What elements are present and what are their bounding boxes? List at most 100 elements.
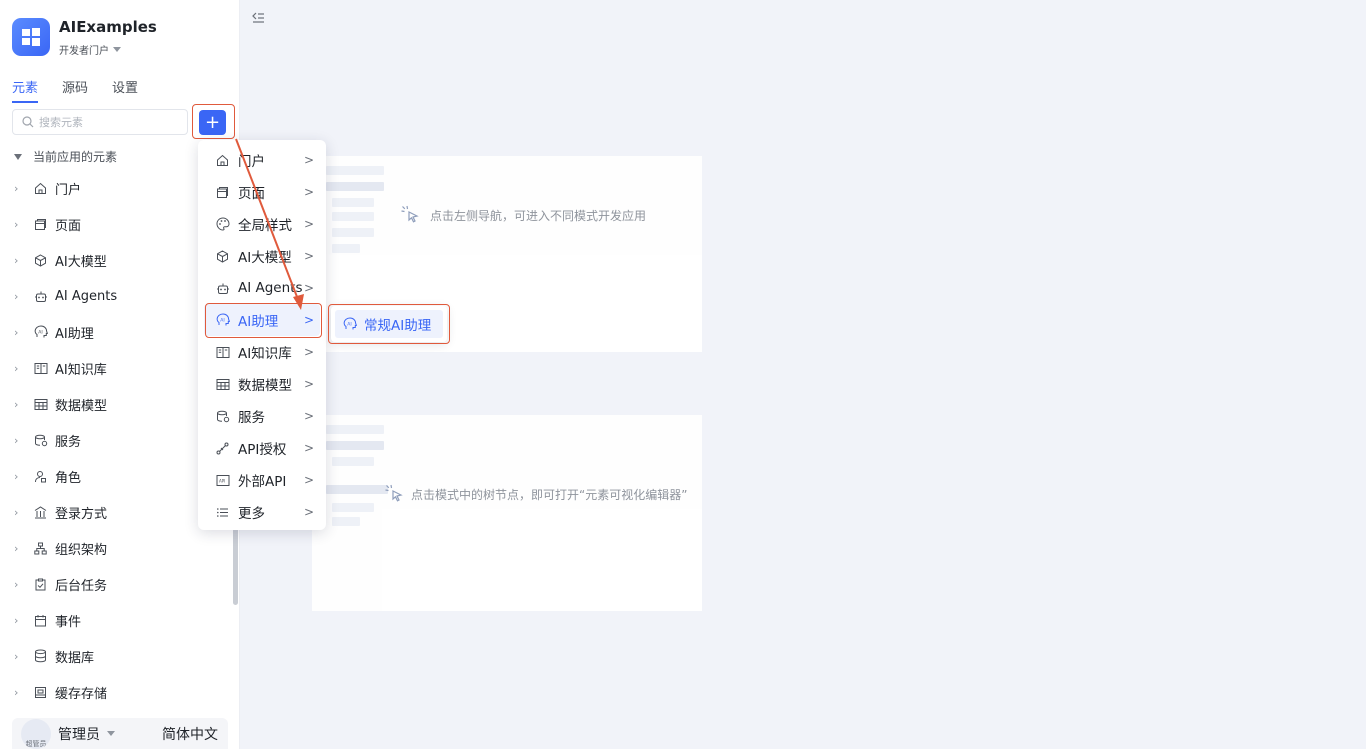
add-element-button[interactable]: +: [199, 110, 226, 135]
menu-item-page[interactable]: 页面 >: [198, 176, 326, 208]
chevron-right-icon: ›: [14, 433, 19, 447]
search-box: [12, 109, 188, 135]
tree-item-label: 事件: [55, 614, 82, 630]
list-icon: [215, 505, 230, 520]
svg-text:AI: AI: [38, 329, 43, 335]
menu-item-label: AI大模型: [238, 250, 292, 266]
chevron-right-icon: ›: [14, 397, 19, 411]
tree-item-label: 服务: [55, 434, 82, 450]
cube-icon: [33, 253, 48, 268]
menu-item-ai-model[interactable]: AI大模型 >: [198, 240, 326, 272]
chevron-right-icon: >: [303, 217, 314, 231]
placeholder-card: 点击模式中的树节点，即可打开“元素可视化编辑器”: [312, 415, 702, 611]
chevron-right-icon: ›: [14, 361, 19, 375]
book-icon: [33, 361, 48, 376]
chevron-right-icon: ›: [14, 289, 19, 303]
menu-item-global-style[interactable]: 全局样式 >: [198, 208, 326, 240]
tree-item-label: AI大模型: [55, 254, 107, 270]
book-icon: [215, 345, 230, 360]
tree-item-label: 登录方式: [55, 506, 108, 522]
click-pointer-icon: [385, 484, 403, 502]
menu-item-portal[interactable]: 门户 >: [198, 144, 326, 176]
chevron-right-icon: >: [303, 441, 314, 455]
menu-item-more[interactable]: 更多 >: [198, 496, 326, 528]
menu-item-ai-knowledge[interactable]: AI知识库 >: [198, 336, 326, 368]
menu-item-label: 更多: [238, 506, 265, 522]
chevron-right-icon: >: [303, 409, 314, 423]
hint-tree-node: 点击模式中的树节点，即可打开“元素可视化编辑器”: [384, 483, 687, 505]
portal-selector[interactable]: 开发者门户: [59, 42, 157, 57]
menu-item-data-model[interactable]: 数据模型 >: [198, 368, 326, 400]
search-input[interactable]: [39, 115, 169, 129]
chevron-right-icon: ›: [14, 181, 19, 195]
sidebar-scrollbar[interactable]: [233, 520, 238, 605]
tab-settings[interactable]: 设置: [112, 77, 138, 103]
tree-item-label: 后台任务: [55, 578, 108, 594]
tree-item-label: AI知识库: [55, 362, 107, 378]
menu-item-label: AI Agents: [238, 280, 303, 296]
menu-item-label: AI知识库: [238, 346, 292, 362]
chevron-right-icon: ›: [14, 685, 19, 699]
language-selector[interactable]: 简体中文: [162, 724, 218, 744]
tree-header-label: 当前应用的元素: [33, 150, 118, 164]
menu-item-external-api[interactable]: API 外部API >: [198, 464, 326, 496]
bank-icon: [33, 505, 48, 520]
svg-text:API: API: [219, 478, 225, 483]
chevron-right-icon: >: [303, 505, 314, 519]
caret-down-icon: [14, 153, 22, 160]
database-icon: [33, 649, 48, 664]
menu-item-service[interactable]: 服务 >: [198, 400, 326, 432]
sidebar-tabs: 元素 源码 设置: [12, 77, 138, 103]
chevron-right-icon: >: [303, 249, 314, 263]
chevron-right-icon: ›: [14, 577, 19, 591]
tree-item-event[interactable]: › 事件: [0, 602, 232, 638]
database-service-icon: [33, 433, 48, 448]
chevron-right-icon: ›: [14, 217, 19, 231]
page-icon: [33, 217, 48, 232]
tree-header[interactable]: 当前应用的元素: [14, 148, 117, 165]
app-header: AIExamples 开发者门户: [12, 18, 157, 57]
avatar[interactable]: 超管员: [21, 718, 51, 749]
task-icon: [33, 577, 48, 592]
chevron-right-icon: ›: [14, 469, 19, 483]
robot-icon: [33, 289, 48, 304]
org-chart-icon: [33, 541, 48, 556]
app-name: AIExamples: [59, 18, 157, 36]
table-icon: [215, 377, 230, 392]
hint-text: 点击模式中的树节点，即可打开“元素可视化编辑器”: [411, 487, 688, 502]
chevron-right-icon: ›: [14, 649, 19, 663]
tree-item-label: 门户: [55, 182, 82, 198]
ai-assistant-highlight: [205, 303, 322, 338]
collapse-sidebar-icon[interactable]: [251, 10, 265, 28]
storage-icon: [33, 685, 48, 700]
tree-item-background-task[interactable]: › 后台任务: [0, 566, 232, 602]
cube-icon: [215, 249, 230, 264]
user-bar: 超管员 管理员 简体中文: [12, 718, 228, 749]
menu-item-label: 门户: [238, 154, 265, 170]
chevron-right-icon: >: [303, 185, 314, 199]
chevron-right-icon: ›: [14, 505, 19, 519]
robot-icon: [215, 281, 230, 296]
user-role-icon: [33, 469, 48, 484]
hint-navigation: 点击左侧导航，可进入不同模式开发应用: [400, 204, 646, 226]
tree-item-cache-storage[interactable]: › 缓存存储: [0, 674, 232, 710]
ai-assistant-icon: AI: [33, 325, 48, 340]
tab-elements[interactable]: 元素: [12, 77, 39, 103]
tree-item-label: 数据库: [55, 650, 95, 666]
avatar-label: 超管员: [25, 739, 47, 748]
user-menu[interactable]: 管理员: [58, 724, 115, 744]
menu-item-api-auth[interactable]: API授权 >: [198, 432, 326, 464]
tree-item-org[interactable]: › 组织架构: [0, 530, 232, 566]
tree-item-database[interactable]: › 数据库: [0, 638, 232, 674]
app-logo[interactable]: [12, 18, 50, 56]
home-icon: [215, 153, 230, 168]
user-name: 管理员: [58, 726, 100, 743]
click-pointer-icon: [401, 205, 419, 223]
tab-source[interactable]: 源码: [62, 77, 88, 103]
menu-item-label: 全局样式: [238, 218, 292, 234]
chevron-right-icon: ›: [14, 253, 19, 267]
caret-down-icon: [107, 731, 115, 736]
tree-item-label: 页面: [55, 218, 82, 234]
portal-label: 开发者门户: [59, 46, 109, 57]
menu-item-ai-agents[interactable]: AI Agents >: [198, 272, 326, 304]
